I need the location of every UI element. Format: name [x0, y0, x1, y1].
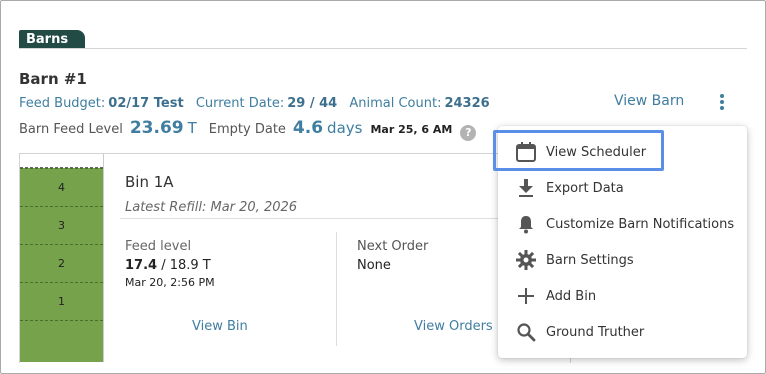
animal-count-value: 24326 [444, 96, 490, 111]
download-icon [515, 177, 537, 199]
barn-stats: Feed Budget: 02/17 Test Current Date: 29 /… [19, 96, 498, 111]
bin-fill: 4 3 2 1 [20, 168, 103, 362]
bin-level-bar: 4 3 2 1 [20, 154, 104, 362]
bin-empty-space [20, 154, 103, 168]
tab-barns[interactable]: Barns [19, 30, 85, 49]
current-date-value: 29 / 44 [287, 96, 338, 111]
bin-segment-label: 3 [20, 206, 103, 244]
bin-latest-refill: Latest Refill: Mar 20, 2026 [125, 200, 298, 215]
menu-item-label: Export Data [546, 180, 624, 196]
feed-level-label: Barn Feed Level [19, 122, 123, 137]
barn-feed-level-row: Barn Feed Level 23.69 T Empty Date 4.6 d… [19, 118, 477, 141]
current-date-label: Current Date: [195, 96, 285, 111]
divider [336, 232, 337, 346]
bin-feed-time: Mar 20, 2:56 PM [125, 276, 215, 289]
help-icon[interactable]: ? [460, 125, 477, 141]
empty-date-date: Mar 25, 6 AM [370, 123, 453, 136]
bin-feed-level-value: 17.4 / 18.9 T [125, 258, 211, 273]
bin-name: Bin 1A [125, 173, 174, 191]
bin-card: 4 3 2 1 Bin 1A Latest Refill: Mar 20, 20… [19, 153, 571, 363]
feed-level-unit: T [187, 119, 197, 137]
barn-title: Barn #1 [19, 70, 87, 88]
bin-segment-label: 4 [20, 168, 103, 206]
menu-item-export-data[interactable]: Export Data [498, 170, 747, 206]
menu-item-customize-notifications[interactable]: Customize Barn Notifications [498, 206, 747, 242]
view-barn-link[interactable]: View Barn [614, 93, 684, 109]
menu-item-label: Add Bin [546, 288, 597, 304]
view-bin-link[interactable]: View Bin [192, 319, 248, 334]
feed-level-value: 23.69 [129, 118, 184, 138]
feed-budget-value: 02/17 Test [108, 96, 184, 111]
next-order-value: None [357, 258, 391, 273]
more-options-icon[interactable] [717, 93, 727, 111]
bin-feed-current: 17.4 [125, 258, 158, 273]
bin-segment-divider [20, 320, 103, 358]
barns-panel: Barns Barn #1 Feed Budget: 02/17 Test Cur… [0, 0, 766, 374]
empty-date-value: 4.6 [292, 118, 324, 138]
empty-date-unit: days [327, 119, 363, 137]
bin-feed-level-label: Feed level [125, 239, 192, 254]
search-icon [515, 321, 537, 343]
menu-item-add-bin[interactable]: Add Bin [498, 278, 747, 314]
menu-item-barn-settings[interactable]: Barn Settings [498, 242, 747, 278]
menu-item-label: Barn Settings [546, 252, 634, 268]
tab-divider [19, 48, 747, 49]
bin-segment-label: 2 [20, 244, 103, 282]
bell-icon [515, 213, 537, 235]
highlight-box [493, 130, 664, 171]
animal-count-label: Animal Count: [349, 96, 442, 111]
gear-icon [515, 249, 537, 271]
menu-item-label: Customize Barn Notifications [546, 216, 735, 232]
menu-item-ground-truther[interactable]: Ground Truther [498, 314, 747, 350]
next-order-label: Next Order [357, 239, 429, 254]
empty-date-label: Empty Date [208, 122, 286, 137]
view-orders-link[interactable]: View Orders [414, 319, 493, 334]
bin-feed-total: / 18.9 T [157, 258, 211, 273]
feed-budget-label: Feed Budget: [19, 96, 106, 111]
menu-item-label: Ground Truther [546, 324, 645, 340]
plus-icon [515, 285, 537, 307]
bin-segment-label: 1 [20, 282, 103, 320]
